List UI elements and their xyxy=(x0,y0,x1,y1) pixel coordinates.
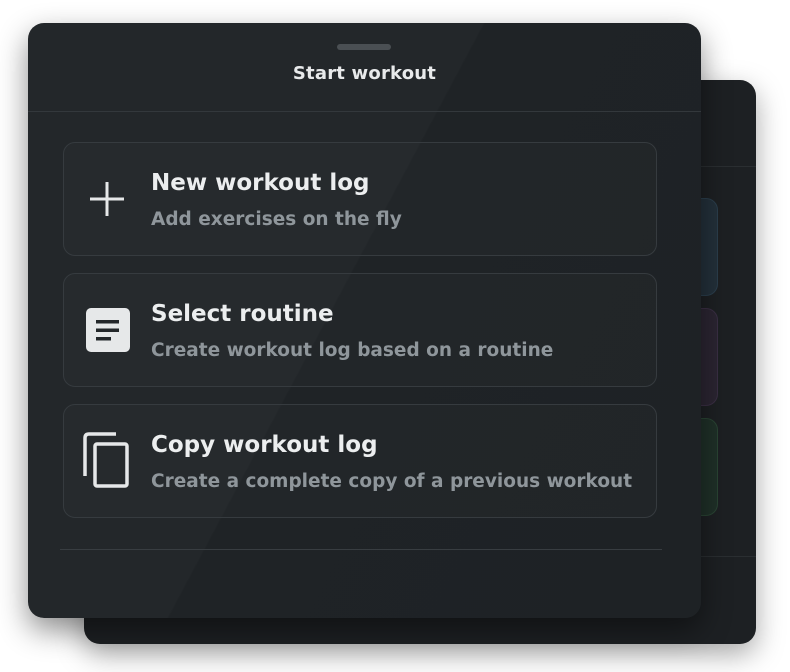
header-divider xyxy=(28,111,701,112)
screen: Start workout New workout log Add exerci… xyxy=(0,0,790,672)
option-title: Select routine xyxy=(151,301,334,327)
option-title: Copy workout log xyxy=(151,432,378,458)
start-workout-sheet: Start workout New workout log Add exerci… xyxy=(28,23,701,618)
sheet-title: Start workout xyxy=(292,63,437,84)
option-subtitle: Add exercises on the fly xyxy=(151,209,402,230)
option-title: New workout log xyxy=(151,170,370,196)
copy-icon xyxy=(82,432,132,488)
option-subtitle: Create workout log based on a routine xyxy=(151,340,554,361)
copy-workout-log-button[interactable]: Copy workout log Create a complete copy … xyxy=(63,404,657,518)
sheet-drag-handle[interactable] xyxy=(337,44,391,50)
select-routine-button[interactable]: Select routine Create workout log based … xyxy=(63,273,657,387)
option-subtitle: Create a complete copy of a previous wor… xyxy=(151,471,633,492)
plus-icon xyxy=(82,174,132,224)
new-workout-log-button[interactable]: New workout log Add exercises on the fly xyxy=(63,142,657,256)
document-icon xyxy=(82,305,132,355)
bottom-divider xyxy=(60,549,662,550)
